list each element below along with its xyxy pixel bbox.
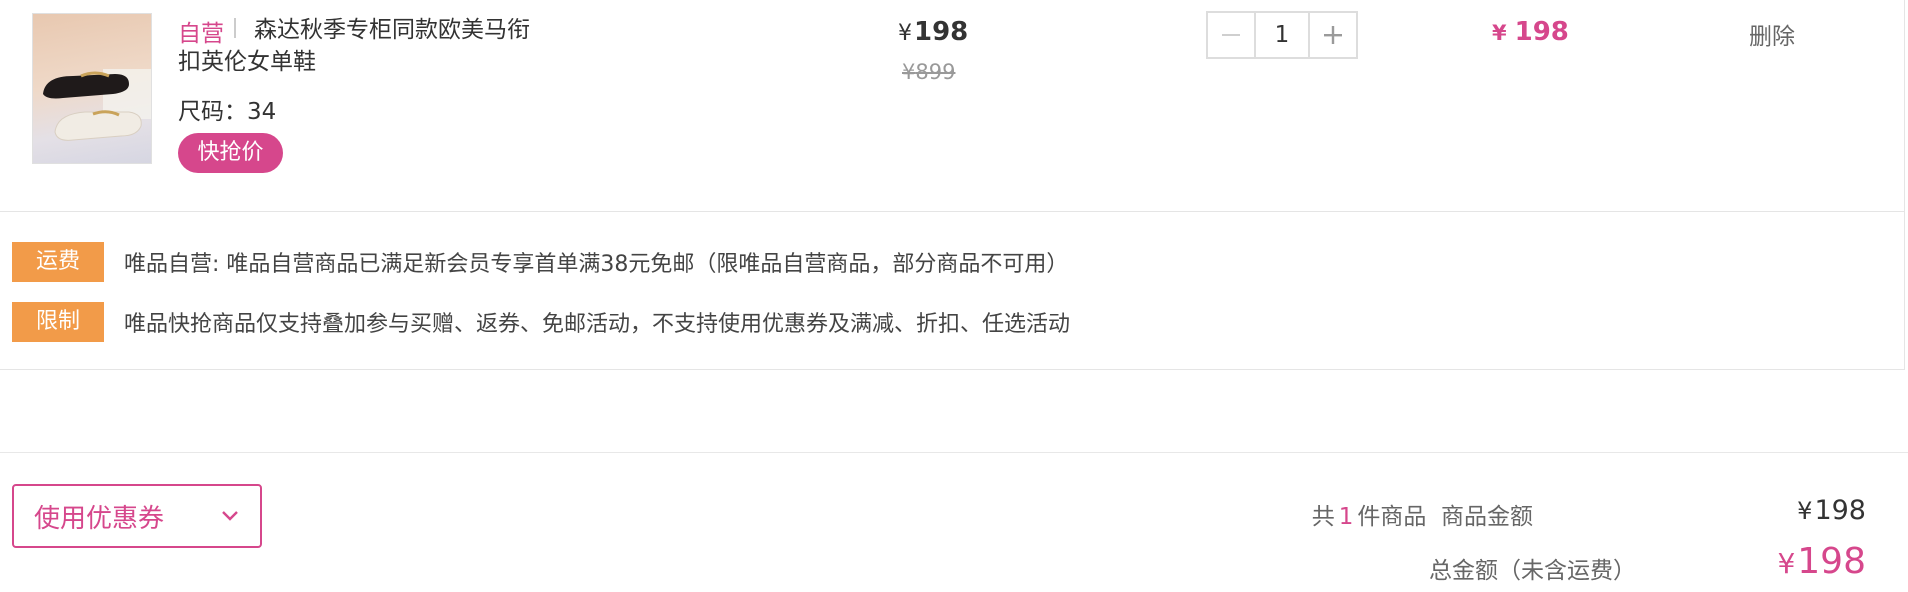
currency-symbol: ¥ xyxy=(902,60,916,84)
currency-symbol: ¥ xyxy=(898,21,912,46)
goods-amount: ¥198 xyxy=(1797,495,1866,526)
unit-price: ¥198 xyxy=(898,17,968,47)
count-suffix: 件商品 xyxy=(1357,504,1427,530)
total-amount: ¥198 xyxy=(1777,541,1866,582)
notice-panel: 运费 唯品自营: 唯品自营商品已满足新会员专享首单满38元免邮（限唯品自营商品，… xyxy=(0,212,1905,370)
original-price-value: 899 xyxy=(915,60,956,84)
price-value: 198 xyxy=(914,17,969,47)
cart-item-row: 森达秋季专柜同款欧美马衔扣英伦女单鞋 自营 尺码：34 快抢价 ¥198 ¥89… xyxy=(0,0,1905,212)
chevron-down-icon xyxy=(222,511,238,521)
amount-label: 商品金额 xyxy=(1441,504,1533,530)
shipping-tag: 运费 xyxy=(12,242,104,282)
currency-symbol: ¥ xyxy=(1492,21,1507,45)
currency-symbol: ¥ xyxy=(1777,547,1796,580)
delete-item-link[interactable]: 删除 xyxy=(1749,17,1795,51)
count-prefix: 共 xyxy=(1311,504,1335,530)
restriction-notice: 限制 唯品快抢商品仅支持叠加参与买赠、返券、免邮活动，不支持使用优惠券及满减、折… xyxy=(12,302,1070,342)
flash-price-badge: 快抢价 xyxy=(178,133,283,173)
size-label: 尺码： xyxy=(178,99,247,125)
minus-icon xyxy=(1222,34,1240,36)
plus-icon xyxy=(1324,26,1342,44)
coupon-label: 使用优惠券 xyxy=(34,503,165,534)
product-thumbnail[interactable] xyxy=(32,13,152,164)
goods-amount-value: 198 xyxy=(1814,495,1866,526)
quantity-input[interactable]: 1 xyxy=(1254,13,1310,57)
total-label: 总金额（未含运费） xyxy=(1429,558,1636,584)
title-separator xyxy=(234,18,236,38)
restriction-notice-text: 唯品快抢商品仅支持叠加参与买赠、返券、免邮活动，不支持使用优惠券及满减、折扣、任… xyxy=(124,312,1071,337)
product-size: 尺码：34 xyxy=(178,92,276,126)
item-count: 1 xyxy=(1338,504,1354,530)
shipping-notice: 运费 唯品自营: 唯品自营商品已满足新会员专享首单满38元免邮（限唯品自营商品，… xyxy=(12,242,1068,282)
subtotal-value: 198 xyxy=(1514,17,1569,47)
loafer-shoes-image xyxy=(43,69,151,141)
item-subtotal: ¥198 xyxy=(1492,17,1569,47)
restriction-tag: 限制 xyxy=(12,302,104,342)
section-divider xyxy=(0,452,1908,453)
size-value: 34 xyxy=(247,99,277,125)
increase-quantity-button[interactable] xyxy=(1310,13,1356,57)
use-coupon-dropdown[interactable]: 使用优惠券 xyxy=(12,484,262,548)
original-price: ¥899 xyxy=(902,60,955,84)
currency-symbol: ¥ xyxy=(1797,497,1813,525)
self-operated-tag: 自营 xyxy=(178,21,224,47)
total-amount-value: 198 xyxy=(1797,541,1866,582)
item-count-summary: 共 1 件商品 商品金额 xyxy=(1312,497,1533,531)
quantity-stepper: 1 xyxy=(1206,11,1358,59)
decrease-quantity-button[interactable] xyxy=(1208,13,1254,57)
shipping-notice-text: 唯品自营: 唯品自营商品已满足新会员专享首单满38元免邮（限唯品自营商品，部分商… xyxy=(124,252,1069,277)
